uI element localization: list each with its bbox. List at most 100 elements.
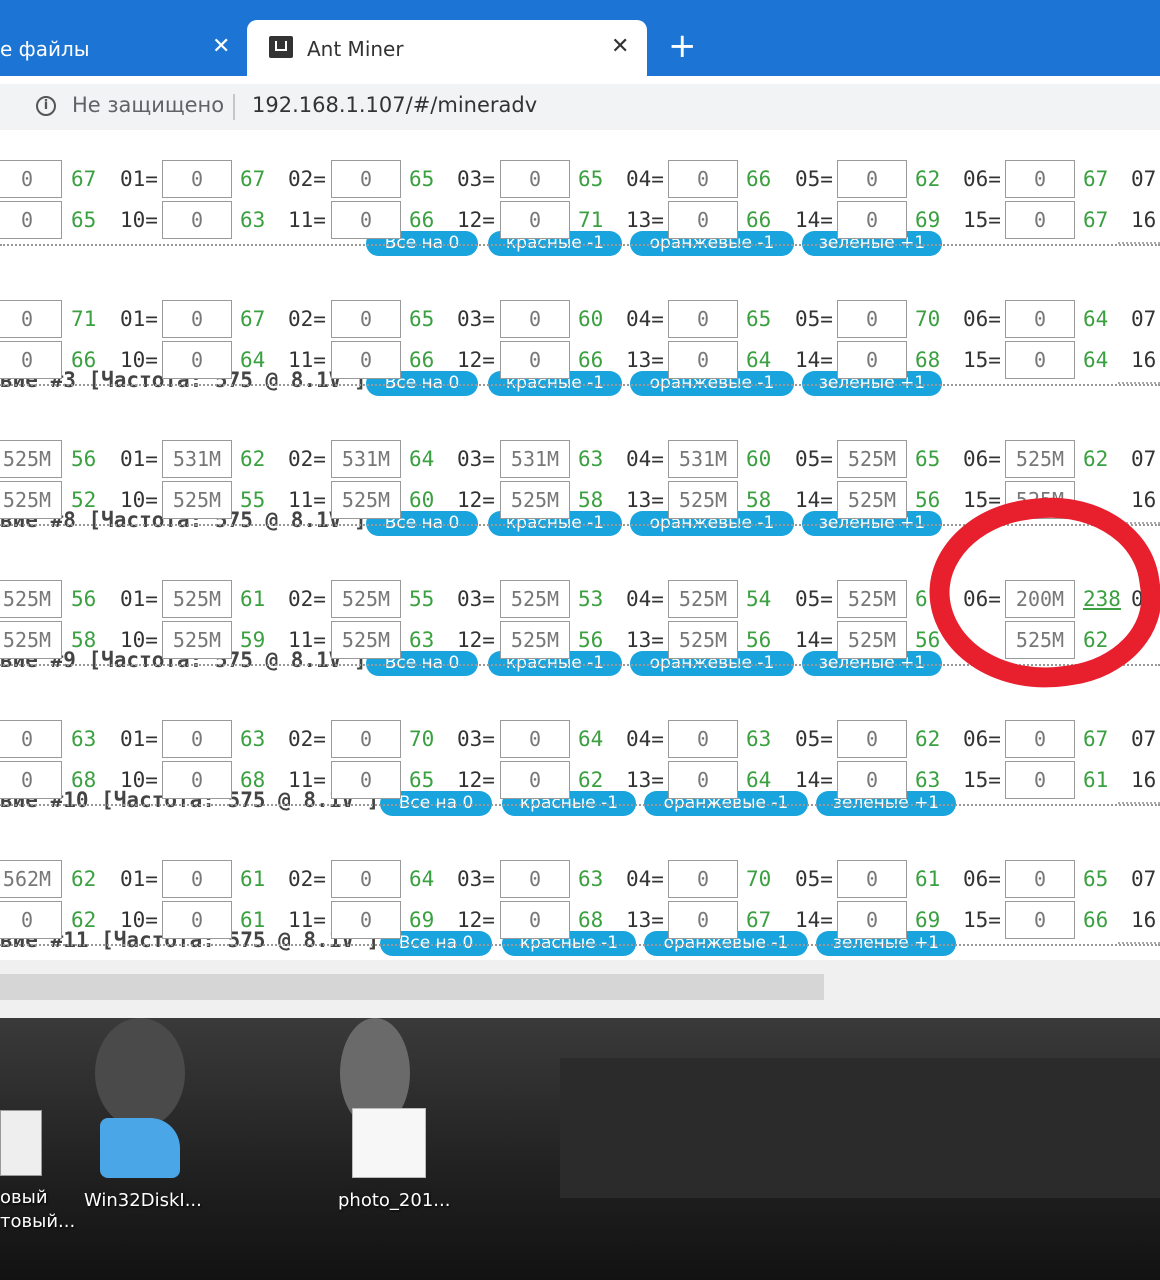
url-text[interactable]: 192.168.1.107/#/mineradv bbox=[252, 93, 537, 117]
chip-frequency-input[interactable]: 525M bbox=[0, 580, 62, 618]
chip-frequency-input[interactable]: 0 bbox=[500, 160, 570, 198]
chip-frequency-input[interactable]: 0 bbox=[668, 761, 738, 799]
chip-frequency-input[interactable]: 0 bbox=[162, 720, 232, 758]
chip-frequency-input[interactable]: 0 bbox=[668, 160, 738, 198]
chip-frequency-input[interactable]: 0 bbox=[1005, 201, 1075, 239]
chip-frequency-input[interactable]: 0 bbox=[500, 901, 570, 939]
chip-frequency-input[interactable]: 0 bbox=[331, 860, 401, 898]
close-tab-icon[interactable]: ✕ bbox=[611, 34, 629, 59]
chip-frequency-input[interactable]: 525M bbox=[162, 481, 232, 519]
chip-frequency-input[interactable]: 0 bbox=[1005, 901, 1075, 939]
chip-frequency-input[interactable]: 525M bbox=[837, 481, 907, 519]
chip-frequency-input[interactable]: 0 bbox=[1005, 720, 1075, 758]
chip-frequency-input[interactable]: 525M bbox=[0, 481, 62, 519]
chip-frequency-input[interactable]: 0 bbox=[0, 160, 62, 198]
chip-frequency-input[interactable]: 525M bbox=[0, 440, 62, 478]
scrollbar-thumb[interactable] bbox=[0, 974, 824, 1000]
chip-frequency-input[interactable]: 0 bbox=[0, 761, 62, 799]
chip-frequency-input[interactable]: 0 bbox=[0, 300, 62, 338]
chip-frequency-input[interactable]: 0 bbox=[162, 860, 232, 898]
chip-frequency-input[interactable]: 525M bbox=[162, 580, 232, 618]
chip-frequency-input[interactable]: 0 bbox=[500, 341, 570, 379]
chip-frequency-input[interactable]: 0 bbox=[331, 201, 401, 239]
chip-frequency-input[interactable]: 0 bbox=[500, 720, 570, 758]
chip-frequency-input[interactable]: 0 bbox=[331, 901, 401, 939]
chip-frequency-input[interactable]: 0 bbox=[837, 901, 907, 939]
chip-temperature: 65 bbox=[409, 167, 435, 191]
chip-frequency-input[interactable]: 0 bbox=[162, 201, 232, 239]
chip-frequency-input[interactable]: 525M bbox=[162, 621, 232, 659]
chip-frequency-input[interactable]: 525M bbox=[500, 621, 570, 659]
chip-frequency-input[interactable]: 0 bbox=[1005, 860, 1075, 898]
chip-index-label: 05= bbox=[795, 867, 833, 891]
chip-frequency-input[interactable]: 0 bbox=[0, 201, 62, 239]
chip-frequency-input[interactable]: 0 bbox=[837, 201, 907, 239]
photo-file-icon[interactable] bbox=[352, 1108, 426, 1178]
chip-temperature: 63 bbox=[240, 208, 266, 232]
chip-frequency-input[interactable]: 531M bbox=[331, 440, 401, 478]
chip-frequency-input[interactable]: 525M bbox=[500, 580, 570, 618]
chip-index-label: 10= bbox=[120, 908, 158, 932]
chip-frequency-input[interactable]: 0 bbox=[500, 300, 570, 338]
chip-frequency-input[interactable]: 525M bbox=[668, 481, 738, 519]
chip-frequency-input[interactable]: 0 bbox=[162, 160, 232, 198]
chip-frequency-input[interactable]: 525M bbox=[0, 621, 62, 659]
address-bar[interactable]: i Не защищено 192.168.1.107/#/mineradv bbox=[0, 84, 1160, 130]
chip-frequency-input[interactable]: 0 bbox=[331, 300, 401, 338]
tab-ant-miner[interactable]: Ant Miner ✕ bbox=[247, 20, 647, 76]
chip-frequency-input[interactable]: 0 bbox=[668, 341, 738, 379]
info-icon[interactable]: i bbox=[36, 96, 56, 116]
chip-frequency-input[interactable]: 0 bbox=[668, 201, 738, 239]
chip-frequency-input[interactable]: 0 bbox=[668, 300, 738, 338]
usb-tool-icon[interactable] bbox=[100, 1118, 180, 1178]
chip-frequency-input[interactable]: 525M bbox=[668, 580, 738, 618]
chip-frequency-input[interactable]: 0 bbox=[331, 761, 401, 799]
chip-index-label: 13= bbox=[626, 628, 664, 652]
chip-frequency-input[interactable]: 0 bbox=[668, 901, 738, 939]
chip-frequency-input[interactable]: 562M bbox=[0, 860, 62, 898]
chip-frequency-input[interactable]: 0 bbox=[837, 300, 907, 338]
chip-frequency-input[interactable]: 0 bbox=[0, 901, 62, 939]
chip-frequency-input[interactable]: 525M bbox=[1005, 440, 1075, 478]
chip-frequency-input[interactable]: 0 bbox=[837, 761, 907, 799]
chip-frequency-input[interactable]: 0 bbox=[500, 860, 570, 898]
chip-frequency-input[interactable]: 0 bbox=[1005, 160, 1075, 198]
text-file-icon[interactable] bbox=[0, 1110, 42, 1176]
chip-frequency-input[interactable]: 0 bbox=[500, 761, 570, 799]
chip-frequency-input[interactable]: 531M bbox=[162, 440, 232, 478]
chip-frequency-input[interactable]: 531M bbox=[668, 440, 738, 478]
chip-frequency-input[interactable]: 0 bbox=[0, 720, 62, 758]
chip-frequency-input[interactable]: 0 bbox=[668, 720, 738, 758]
chip-frequency-input[interactable]: 0 bbox=[162, 901, 232, 939]
chip-frequency-input[interactable]: 0 bbox=[162, 300, 232, 338]
chip-frequency-input[interactable]: 0 bbox=[162, 341, 232, 379]
chip-frequency-input[interactable]: 0 bbox=[331, 720, 401, 758]
chip-frequency-input[interactable]: 0 bbox=[162, 761, 232, 799]
chip-frequency-input[interactable]: 0 bbox=[1005, 300, 1075, 338]
chip-frequency-input[interactable]: 525M bbox=[500, 481, 570, 519]
tab-downloads[interactable]: е файлы ✕ bbox=[0, 20, 245, 76]
chip-frequency-input[interactable]: 531M bbox=[500, 440, 570, 478]
chip-frequency-input[interactable]: 0 bbox=[500, 201, 570, 239]
chip-frequency-input[interactable]: 0 bbox=[0, 341, 62, 379]
chip-frequency-input[interactable]: 525M bbox=[837, 621, 907, 659]
chip-frequency-input[interactable]: 525M bbox=[331, 621, 401, 659]
chip-frequency-input[interactable]: 0 bbox=[1005, 341, 1075, 379]
chip-frequency-input[interactable]: 525M bbox=[837, 440, 907, 478]
chip-frequency-input[interactable]: 525M bbox=[331, 580, 401, 618]
chip-frequency-input[interactable]: 525M bbox=[837, 580, 907, 618]
chip-frequency-input[interactable]: 525M bbox=[668, 621, 738, 659]
chip-index-label: 04= bbox=[626, 167, 664, 191]
chip-frequency-input[interactable]: 0 bbox=[837, 720, 907, 758]
chip-frequency-input[interactable]: 0 bbox=[837, 160, 907, 198]
chip-frequency-input[interactable]: 0 bbox=[668, 860, 738, 898]
chip-frequency-input[interactable]: 0 bbox=[837, 341, 907, 379]
security-label[interactable]: Не защищено bbox=[72, 93, 224, 117]
chip-frequency-input[interactable]: 0 bbox=[1005, 761, 1075, 799]
chip-frequency-input[interactable]: 0 bbox=[331, 341, 401, 379]
chip-frequency-input[interactable]: 0 bbox=[837, 860, 907, 898]
chip-frequency-input[interactable]: 0 bbox=[331, 160, 401, 198]
close-tab-icon[interactable]: ✕ bbox=[212, 34, 230, 59]
chip-frequency-input[interactable]: 525M bbox=[331, 481, 401, 519]
new-tab-button[interactable]: + bbox=[668, 24, 697, 68]
